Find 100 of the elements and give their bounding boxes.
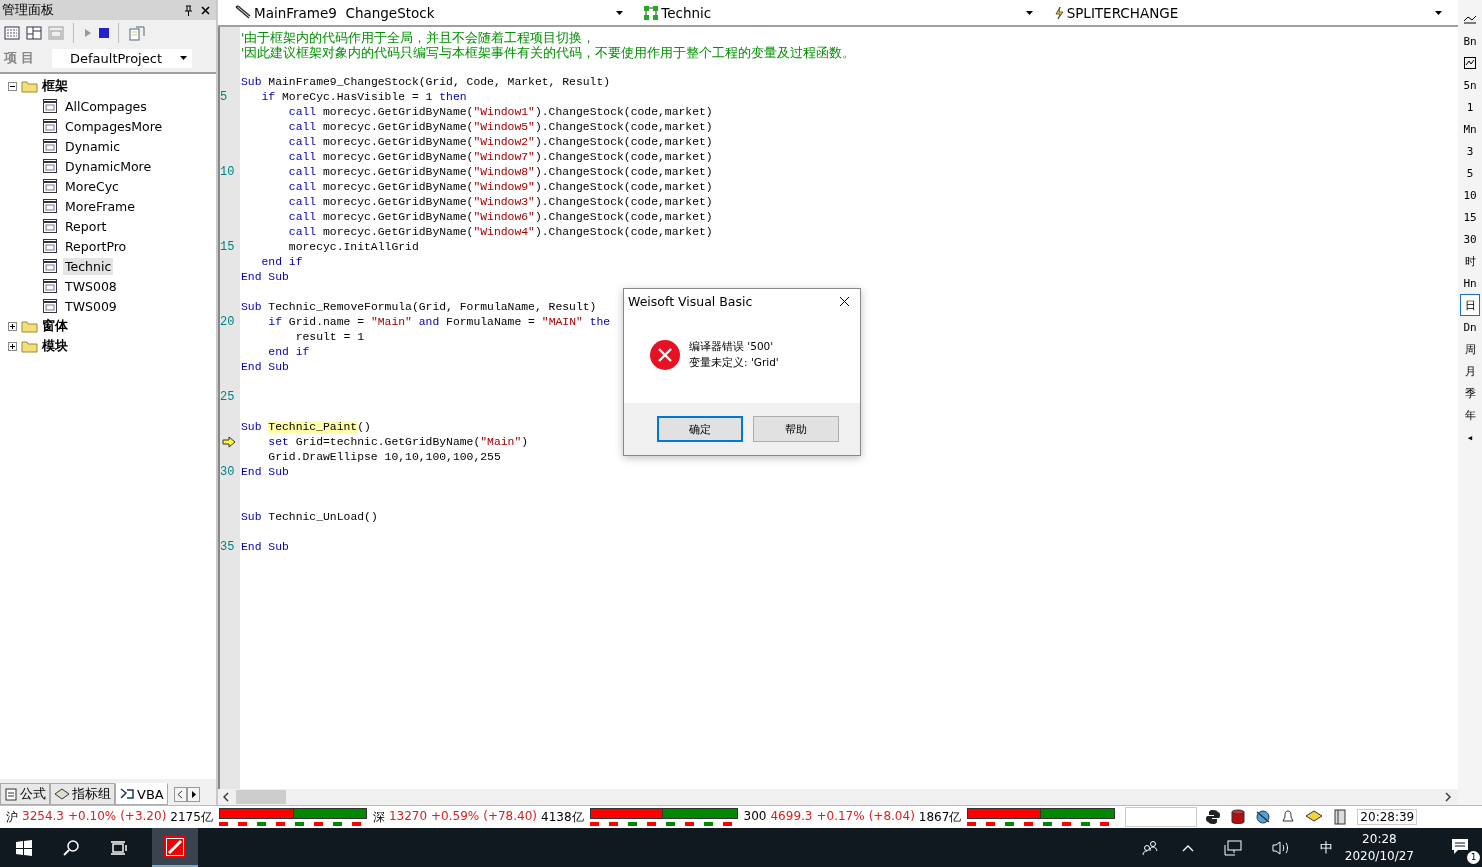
index-name: 沪: [6, 808, 18, 826]
app-icon: [164, 835, 186, 858]
period-button[interactable]: 15: [1460, 206, 1480, 228]
panel-tab[interactable]: 公式: [0, 783, 50, 805]
layout-icon[interactable]: [26, 26, 42, 40]
dialog-button[interactable]: 帮助: [753, 416, 839, 442]
period-button[interactable]: Hn: [1460, 272, 1480, 294]
tree-item[interactable]: 模块: [42, 337, 68, 355]
panel-tab[interactable]: 指标组: [50, 783, 115, 805]
code-token: ).ChangeStock(code,market): [534, 166, 713, 178]
folder-icon: [21, 339, 38, 353]
tree-item[interactable]: 框架: [42, 77, 68, 95]
dialog-button[interactable]: 确定: [657, 416, 743, 442]
notification-icon[interactable]: [1450, 837, 1470, 855]
people-icon[interactable]: [1141, 839, 1158, 856]
tree-item[interactable]: AllCompages: [63, 97, 149, 115]
form-icon: [43, 299, 57, 313]
expander-icon[interactable]: [8, 341, 17, 351]
project-dropdown[interactable]: DefaultProject: [52, 48, 192, 68]
tree-item[interactable]: Dynamic: [63, 137, 123, 155]
code-token: morecyc.GetGridByName(: [322, 151, 474, 163]
tree-item[interactable]: TWS009: [63, 297, 119, 315]
tree-item[interactable]: Technic: [63, 257, 114, 275]
tree-item[interactable]: MoreFrame: [63, 197, 137, 215]
windows-start-icon[interactable]: [16, 839, 32, 856]
expander-icon[interactable]: [8, 321, 17, 331]
taskbar-app-button[interactable]: [152, 828, 198, 867]
scroll-right-icon[interactable]: [186, 786, 200, 802]
status-clock: 20:28:39: [1357, 809, 1418, 825]
code-token: Sub: [241, 301, 262, 313]
period-button[interactable]: Mn: [1460, 118, 1480, 140]
period-button[interactable]: 月: [1460, 360, 1480, 382]
scrollbar-thumb[interactable]: [236, 790, 286, 804]
line-number: 10: [220, 165, 235, 179]
project-label: 项 目: [4, 49, 36, 67]
code-token: call: [287, 166, 317, 178]
tree-item[interactable]: 窗体: [42, 317, 68, 335]
period-button[interactable]: ◂: [1460, 426, 1480, 448]
period-button[interactable]: 日: [1460, 294, 1480, 316]
form-icon: [43, 219, 57, 233]
period-button[interactable]: 1: [1460, 96, 1480, 118]
form-icon[interactable]: [4, 26, 20, 40]
period-button[interactable]: 季: [1460, 382, 1480, 404]
code-token: End Sub: [241, 361, 289, 373]
close-icon[interactable]: [839, 295, 850, 307]
code-token: Sub: [241, 76, 262, 88]
scroll-right-icon[interactable]: [1444, 792, 1452, 802]
period-button[interactable]: 时: [1460, 250, 1480, 272]
expander-icon[interactable]: [8, 81, 17, 91]
page-icon: [4, 787, 18, 801]
line-number: 15: [220, 240, 235, 254]
book-icon[interactable]: [1333, 809, 1348, 825]
index-change-percent: +0.17%: [816, 808, 865, 825]
period-button[interactable]: 10: [1460, 184, 1480, 206]
caret-icon: [180, 56, 187, 60]
code-token: Grid.name =: [287, 316, 366, 328]
python-icon[interactable]: [1205, 809, 1222, 825]
tree-item[interactable]: DynamicMore: [63, 157, 154, 175]
period-button[interactable]: Dn: [1460, 316, 1480, 338]
form-icon: [43, 199, 57, 213]
code-token: MainFrame9_ChangeStock(Grid, Code, Market, Result): [267, 76, 611, 88]
code-token: Technic_RemoveFormula(Grid, FormulaName, Result): [267, 301, 597, 313]
chevron-up-icon[interactable]: [1181, 843, 1194, 852]
code-token: morecyc.GetGridByName(: [322, 196, 474, 208]
bell-icon[interactable]: [1281, 809, 1296, 825]
close-icon[interactable]: [201, 5, 210, 15]
period-button[interactable]: 5: [1460, 162, 1480, 184]
input-method-indicator[interactable]: 中: [1319, 838, 1333, 857]
code-token: '由于框架内的代码作用于全局，并且不会随着工程项目切换，: [241, 30, 596, 45]
tree-item[interactable]: ReportPro: [63, 237, 129, 255]
database-icon[interactable]: [1231, 809, 1246, 825]
form-icon: [43, 259, 57, 273]
search-icon[interactable]: [62, 838, 80, 857]
network-icon[interactable]: [1223, 839, 1242, 856]
caret-icon: [1025, 11, 1033, 15]
scroll-left-icon[interactable]: [222, 792, 230, 802]
tree-item[interactable]: Report: [63, 217, 109, 235]
index-change: (+8.04): [868, 808, 915, 825]
pin-icon[interactable]: [184, 4, 193, 16]
volume-icon[interactable]: [1271, 839, 1290, 856]
code-token: call: [287, 226, 317, 238]
taskbar-time: 20:28: [1362, 830, 1397, 848]
scroll-left-icon[interactable]: [173, 786, 187, 802]
code-token: the: [588, 316, 611, 328]
current-line-arrow-icon: [222, 436, 236, 448]
period-button[interactable]: Bn: [1460, 30, 1480, 52]
period-button[interactable]: 3: [1460, 140, 1480, 162]
period-button[interactable]: 年: [1460, 404, 1480, 426]
tree-item[interactable]: MoreCyc: [63, 177, 121, 195]
tree-icon: [643, 5, 660, 21]
tree-item[interactable]: TWS008: [63, 277, 119, 295]
panel-tab[interactable]: VBA: [115, 783, 168, 805]
tree-item[interactable]: CompagesMore: [63, 117, 165, 135]
period-button[interactable]: 30: [1460, 228, 1480, 250]
task-view-icon[interactable]: [110, 839, 128, 856]
code-token: "Main": [480, 436, 522, 448]
period-button[interactable]: 周: [1460, 338, 1480, 360]
code-token: Sub: [241, 421, 263, 433]
code-token: call: [287, 106, 317, 118]
period-button[interactable]: 5n: [1460, 74, 1480, 96]
